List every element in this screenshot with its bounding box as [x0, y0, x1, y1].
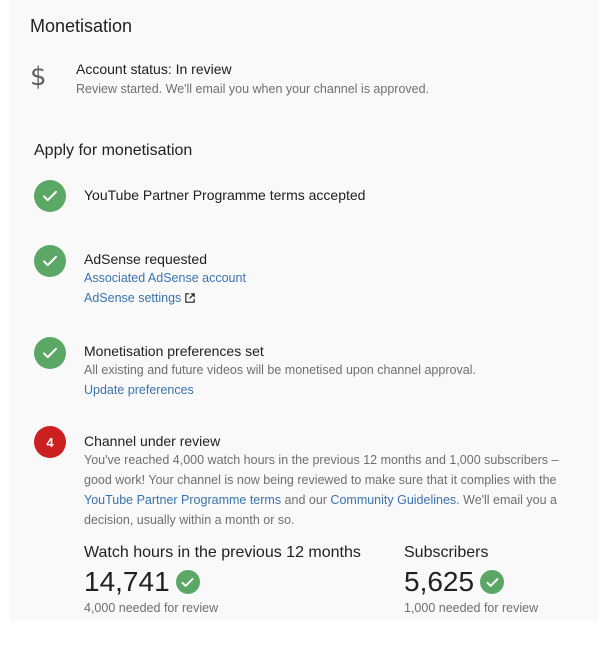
community-guidelines-link[interactable]: Community Guidelines [330, 493, 456, 507]
step-heading: YouTube Partner Programme terms accepted [84, 187, 366, 203]
external-link-icon [185, 289, 196, 309]
review-desc-part1: You've reached 4,000 watch hours in the … [84, 453, 559, 487]
step-description: All existing and future videos will be m… [84, 363, 476, 377]
check-icon [175, 570, 200, 594]
step-description: You've reached 4,000 watch hours in the … [84, 450, 566, 530]
monetisation-panel: Monetisation $ Account status: In review… [10, 0, 598, 621]
step-terms: YouTube Partner Programme terms accepted [84, 186, 554, 204]
watch-hours-label: Watch hours in the previous 12 months [84, 544, 361, 561]
watch-hours-note: 4,000 needed for review [84, 601, 219, 615]
adsense-settings-label: AdSense settings [84, 291, 182, 305]
watch-hours-metric: Watch hours in the previous 12 months 14… [84, 543, 361, 615]
dollar-icon: $ [30, 62, 47, 92]
step-heading: Channel under review [84, 433, 221, 449]
subscribers-note: 1,000 needed for review [404, 601, 539, 615]
adsense-settings-link[interactable]: AdSense settings [84, 291, 196, 305]
account-status: Account status: In review [76, 61, 232, 77]
step-heading: Monetisation preferences set [84, 343, 264, 359]
check-icon [480, 570, 505, 594]
subscribers-value-row: 5,625 [404, 565, 538, 599]
step-number-badge: 4 [34, 426, 66, 458]
subscribers-value: 5,625 [404, 566, 475, 597]
watch-hours-value-row: 14,741 [84, 565, 361, 599]
check-icon [34, 180, 66, 212]
review-desc-part2: and our [281, 493, 331, 507]
partner-terms-link[interactable]: YouTube Partner Programme terms [84, 493, 281, 507]
subscribers-label: Subscribers [404, 544, 489, 561]
watch-hours-value: 14,741 [84, 566, 170, 597]
account-status-subtext: Review started. We'll email you when you… [76, 82, 430, 96]
check-icon [34, 337, 66, 369]
update-preferences-link[interactable]: Update preferences [84, 380, 554, 400]
apply-section-title: Apply for monetisation [34, 142, 193, 159]
step-heading: AdSense requested [84, 251, 207, 267]
associated-adsense-link[interactable]: Associated AdSense account [84, 268, 554, 288]
step-adsense: AdSense requested Associated AdSense acc… [84, 250, 554, 309]
subscribers-metric: Subscribers 5,625 1,000 needed for revie… [404, 543, 538, 615]
check-icon [34, 245, 66, 277]
step-review: Channel under review You've reached 4,00… [84, 432, 566, 530]
step-preferences: Monetisation preferences set All existin… [84, 342, 554, 400]
page-title: Monetisation [30, 16, 133, 36]
